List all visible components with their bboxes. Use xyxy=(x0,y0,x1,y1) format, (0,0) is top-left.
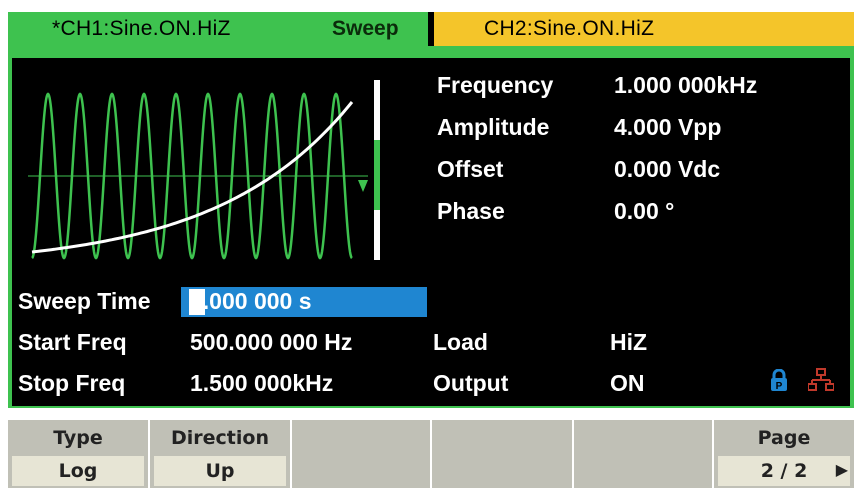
svg-text:P: P xyxy=(776,381,783,391)
generator-display: *CH1:Sine.ON.HiZ Sweep CH2:Sine.ON.HiZ F… xyxy=(0,0,859,490)
param-sweep-time-value[interactable]: 1.000 000 s xyxy=(190,288,312,315)
softkey-direction-title: Direction xyxy=(171,427,269,449)
frequency-curve xyxy=(31,101,354,254)
lock-icon: P xyxy=(771,369,787,391)
marker-down-icon xyxy=(358,180,368,192)
param-stop-freq-value[interactable]: 1.500 000kHz xyxy=(190,370,333,397)
param-start-freq-label: Start Freq xyxy=(18,329,127,355)
param-offset-value[interactable]: 0.000 Vdc xyxy=(614,156,720,183)
softkey-page[interactable]: Page 2 / 2 ▶ xyxy=(714,420,854,488)
softkey-page-title: Page xyxy=(757,427,811,449)
param-amplitude-value[interactable]: 4.000 Vpp xyxy=(614,114,721,141)
param-start-freq-value[interactable]: 500.000 000 Hz xyxy=(190,329,352,356)
ch1-mode-label: Sweep xyxy=(332,17,399,40)
param-load-label: Load xyxy=(433,329,488,355)
param-sweep-time-label: Sweep Time xyxy=(18,288,151,314)
softkey-type-value: Log xyxy=(12,456,144,486)
param-frequency-value[interactable]: 1.000 000kHz xyxy=(614,72,757,99)
network-icon xyxy=(808,368,834,391)
param-load-value[interactable]: HiZ xyxy=(610,329,647,356)
param-phase-label: Phase xyxy=(437,198,505,224)
softkey-4[interactable] xyxy=(432,420,574,488)
param-output-label: Output xyxy=(433,370,509,396)
waveform-preview xyxy=(28,76,388,264)
param-output-value[interactable]: ON xyxy=(610,370,645,397)
tab-ch1[interactable]: *CH1:Sine.ON.HiZ Sweep xyxy=(8,12,432,46)
param-offset-label: Offset xyxy=(437,156,504,182)
page-next-icon: ▶ xyxy=(835,462,848,479)
channel-header: *CH1:Sine.ON.HiZ Sweep CH2:Sine.ON.HiZ xyxy=(8,12,854,46)
ch2-status-label: CH2:Sine.ON.HiZ xyxy=(484,17,655,40)
param-stop-freq-label: Stop Freq xyxy=(18,370,126,396)
softkey-type-title: Type xyxy=(53,427,103,449)
tab-divider xyxy=(428,12,432,46)
param-amplitude-label: Amplitude xyxy=(437,114,550,140)
softkey-type[interactable]: Type Log xyxy=(8,420,150,488)
main-screen: Frequency 1.000 000kHz Amplitude 4.000 V… xyxy=(8,46,854,408)
param-frequency-label: Frequency xyxy=(437,72,554,98)
waveform-svg xyxy=(28,80,380,260)
scroll-thumb xyxy=(374,140,380,210)
softkey-page-value: 2 / 2 xyxy=(718,456,850,486)
softkey-3[interactable] xyxy=(292,420,432,488)
ch1-status-label: *CH1:Sine.ON.HiZ xyxy=(52,17,231,40)
softkey-5[interactable] xyxy=(574,420,714,488)
screen-panel: Frequency 1.000 000kHz Amplitude 4.000 V… xyxy=(12,58,850,406)
tab-ch2[interactable]: CH2:Sine.ON.HiZ xyxy=(434,12,854,46)
softkey-direction[interactable]: Direction Up xyxy=(150,420,292,488)
softkey-bar: Type Log Direction Up Page 2 / 2 ▶ xyxy=(8,420,854,488)
softkey-direction-value: Up xyxy=(154,456,286,486)
param-phase-value[interactable]: 0.00 ° xyxy=(614,198,674,225)
